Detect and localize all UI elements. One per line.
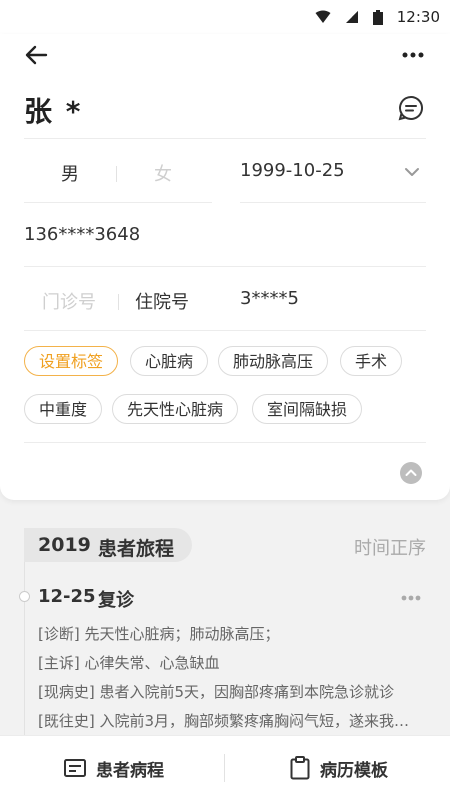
chevron-down-icon[interactable] <box>404 164 420 180</box>
record-type-outpatient[interactable]: 门诊号 <box>42 288 96 314</box>
tag-chip[interactable]: 先天性心脏病 <box>112 394 239 424</box>
divider <box>224 754 225 782</box>
journey-year: 2019 <box>38 534 91 556</box>
name-row: 张 * <box>24 84 426 139</box>
back-arrow-icon[interactable] <box>22 40 52 70</box>
patient-journey-button[interactable]: 患者病程 <box>64 736 164 800</box>
clipboard-icon <box>290 756 310 780</box>
timeline-line <box>24 562 25 742</box>
message-icon[interactable] <box>398 95 424 121</box>
record-type-inpatient[interactable]: 住院号 <box>135 288 189 314</box>
phone-field[interactable]: 136****3648 <box>24 204 426 267</box>
tag-chip[interactable]: 中重度 <box>24 394 103 424</box>
patient-info-card: 张 * 男 女 1999-10-25 136****3648 门诊号 住院号 3… <box>0 34 450 500</box>
journey-year-header: 2019 患者旅程 <box>24 528 192 562</box>
birth-date-field[interactable]: 1999-10-25 <box>240 140 426 203</box>
status-time: 12:30 <box>396 8 440 26</box>
tag-chip[interactable]: 肺动脉高压 <box>218 346 329 376</box>
status-icons: 12:30 <box>315 8 440 26</box>
divider <box>24 442 426 443</box>
list-icon <box>64 759 86 777</box>
record-template-button[interactable]: 病历模板 <box>290 736 388 800</box>
entry-past-history: [既往史] 入院前3月，胸部频繁疼痛胸闷气短，遂来我院就诊 <box>38 712 422 730</box>
chevron-up-icon <box>405 469 417 476</box>
birth-date-value: 1999-10-25 <box>240 160 345 181</box>
journey-title: 患者旅程 <box>98 538 175 560</box>
patient-name: 张 * <box>24 95 83 128</box>
tag-chip[interactable]: 手术 <box>340 346 403 376</box>
gender-option-female[interactable]: 女 <box>154 160 172 186</box>
tag-chip[interactable]: 心脏病 <box>130 346 209 376</box>
tag-list: 设置标签 心脏病 肺动脉高压 手术 中重度 先天性心脏病 室间隔缺损 <box>24 346 426 440</box>
entry-complaint: [主诉] 心律失常、心急缺血 <box>38 654 220 672</box>
record-template-label: 病历模板 <box>320 760 388 781</box>
entry-type: 复诊 <box>98 590 134 611</box>
entry-diagnosis: [诊断] 先天性心脏病；肺动脉高压； <box>38 625 280 643</box>
patient-journey-label: 患者病程 <box>96 760 164 781</box>
wifi-icon <box>315 10 331 23</box>
tag-chip[interactable]: 室间隔缺损 <box>252 394 363 424</box>
divider <box>116 166 117 182</box>
signal-icon <box>345 11 358 23</box>
entry-date: 12-25 <box>38 586 96 607</box>
gender-selector: 男 女 <box>24 140 212 203</box>
status-bar: 12:30 <box>0 0 450 34</box>
divider <box>118 294 119 310</box>
collapse-button[interactable] <box>400 462 422 484</box>
entry-more-icon[interactable] <box>400 594 422 602</box>
record-number-field: 门诊号 住院号 3****5 <box>24 268 426 331</box>
more-icon[interactable] <box>398 42 428 68</box>
entry-details[interactable]: [诊断] 先天性心脏病；肺动脉高压； [主诉] 心律失常、心急缺血 [现病史] … <box>38 620 422 736</box>
battery-icon <box>372 9 383 25</box>
set-tags-button[interactable]: 设置标签 <box>24 346 119 376</box>
record-number-value[interactable]: 3****5 <box>240 288 299 309</box>
phone-value: 136****3648 <box>24 224 141 245</box>
entry-present-illness: [现病史] 患者入院前5天，因胸部疼痛到本院急诊就诊 <box>38 683 395 701</box>
gender-option-male[interactable]: 男 <box>61 160 79 186</box>
bottom-action-bar: 患者病程 病历模板 <box>0 735 450 800</box>
timeline-dot <box>19 591 30 602</box>
sort-order-button[interactable]: 时间正序 <box>354 534 426 560</box>
